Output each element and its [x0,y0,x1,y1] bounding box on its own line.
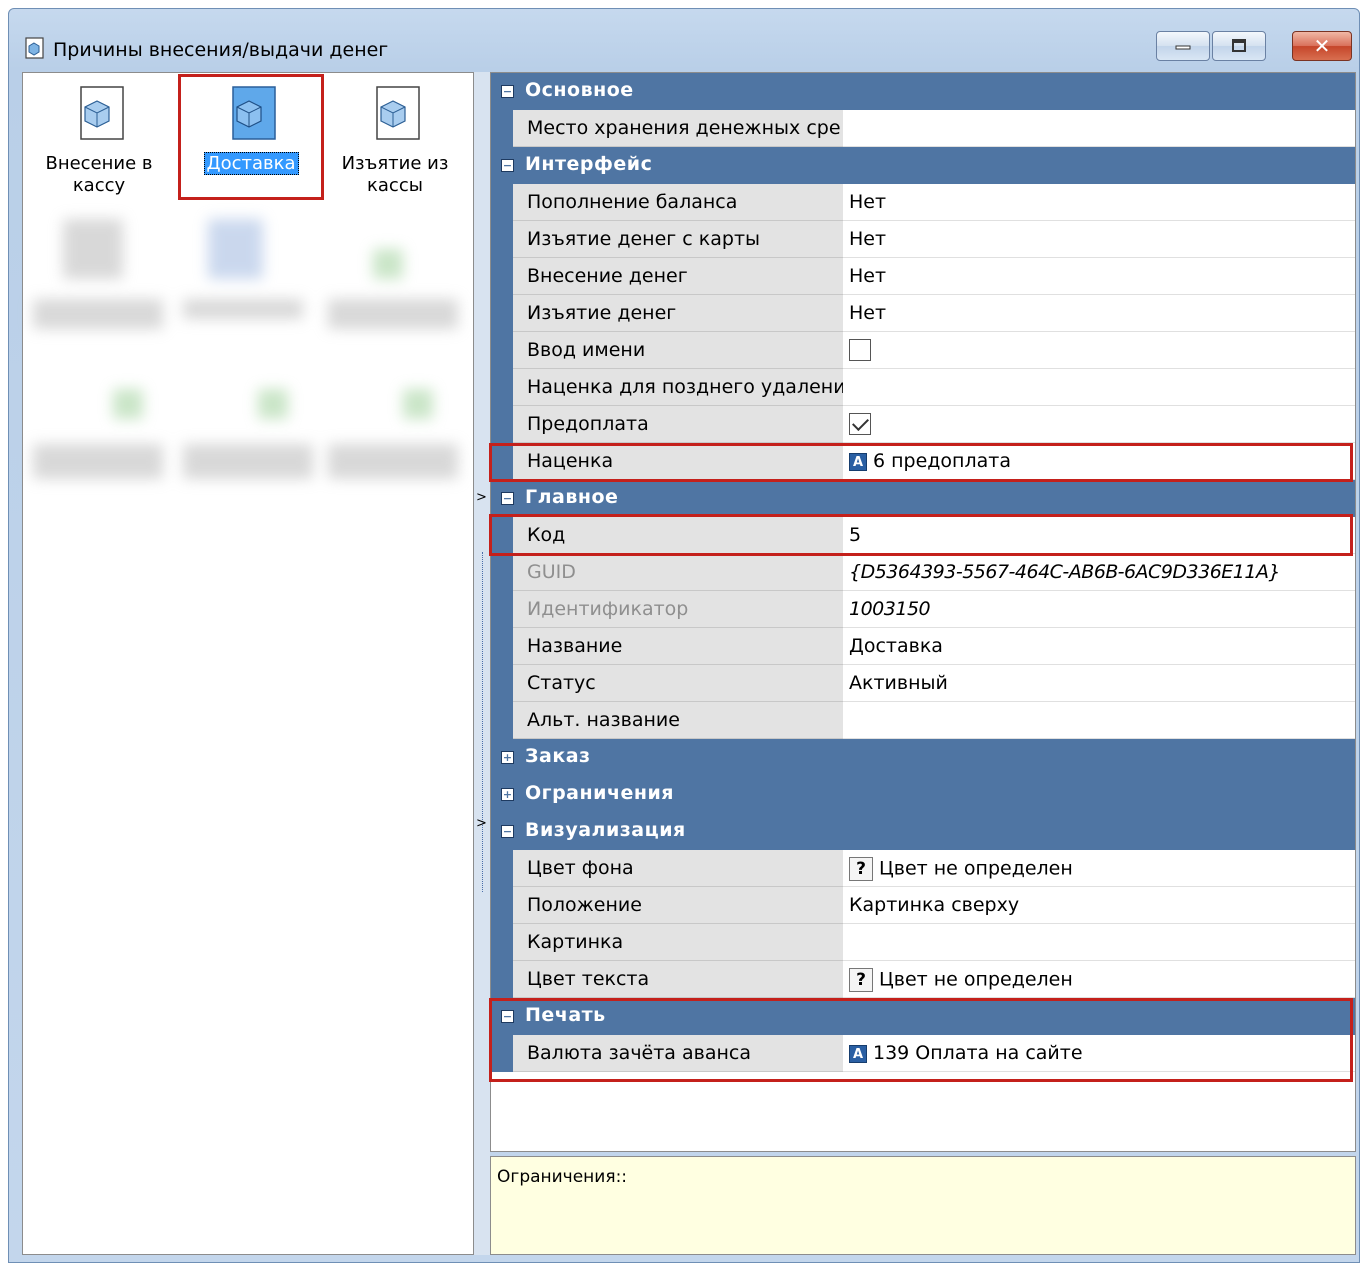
vvod-imeni-checkbox[interactable] [849,339,871,361]
close-button[interactable]: ✕ [1292,31,1352,61]
tile-label: Изъятие из кассы [341,153,449,196]
category-osnovnoe[interactable]: − Основное [491,73,1355,110]
category-ogranicheniya[interactable]: + Ограничения [491,776,1355,813]
maximize-button[interactable] [1212,31,1266,61]
category-zakaz[interactable]: + Заказ [491,739,1355,776]
prop-status[interactable]: Статус Активный [491,665,1355,702]
collapse-icon[interactable]: − [501,825,514,838]
category-glavnoe[interactable]: − Главное [491,480,1355,517]
prop-kartinka[interactable]: Картинка [491,924,1355,961]
tile-label: Доставка [181,152,321,175]
category-interfeis[interactable]: − Интерфейс [491,147,1355,184]
tile-izyatie[interactable]: Изъятие из кассы [325,77,465,197]
pane-splitter[interactable]: > > [474,72,490,1255]
prop-natsenka-pozd[interactable]: Наценка для позднего удалени [491,369,1355,406]
item-list-pane[interactable]: Внесение в кассу Доставка Изъятие из кас… [22,72,474,1255]
prop-tsvet-teksta[interactable]: Цвет текста ? Цвет не определен [491,961,1355,998]
prop-vvod-imeni[interactable]: Ввод имени [491,332,1355,369]
chevron-right-icon: > [476,490,487,505]
blurred-tiles [33,209,463,509]
tile-label: Внесение в кассу [45,153,153,196]
collapse-icon[interactable]: − [501,159,514,172]
cube-icon [376,86,420,140]
prop-mesto-hraneniya[interactable]: Место хранения денежных сре [491,110,1355,147]
prop-alt-nazvanie[interactable]: Альт. название [491,702,1355,739]
tile-vnesenie[interactable]: Внесение в кассу [29,77,169,197]
title-bar[interactable]: Причины внесения/выдачи денег ✕ [9,9,1359,71]
description-pane: Ограничения:: [490,1156,1356,1255]
prop-predoplata[interactable]: Предоплата [491,406,1355,443]
question-icon: ? [849,857,873,881]
highlight-pechat [489,998,1353,1082]
highlight-kod [489,514,1353,556]
prop-nazvanie[interactable]: Название Доставка [491,628,1355,665]
prop-tsvet-fona[interactable]: Цвет фона ? Цвет не определен [491,850,1355,887]
cube-icon [80,86,124,140]
prop-vnesenie[interactable]: Внесение денег Нет [491,258,1355,295]
cube-icon [232,86,276,140]
collapse-icon[interactable]: − [501,85,514,98]
highlight-natsenka [489,443,1353,482]
category-vizualizatsiya[interactable]: − Визуализация [491,813,1355,850]
tile-dostavka[interactable]: Доставка [178,74,324,200]
prop-izyatie[interactable]: Изъятие денег Нет [491,295,1355,332]
property-grid[interactable]: − Основное Место хранения денежных сре −… [489,72,1356,1152]
prop-izyatie-karty[interactable]: Изъятие денег с карты Нет [491,221,1355,258]
splitter-grip [482,552,483,892]
prop-popolnenie[interactable]: Пополнение баланса Нет [491,184,1355,221]
minimize-icon [1175,45,1191,50]
minimize-button[interactable] [1156,31,1210,61]
chevron-right-icon: > [476,816,487,831]
prop-polozhenie[interactable]: Положение Картинка сверху [491,887,1355,924]
collapse-icon[interactable]: − [501,492,514,505]
close-icon: ✕ [1313,34,1331,58]
window-title: Причины внесения/выдачи денег [53,39,389,61]
prop-guid[interactable]: GUID {D5364393-5567-464C-AB6B-6AC9D336E1… [491,554,1355,591]
app-icon [25,37,44,59]
expand-icon[interactable]: + [501,788,514,801]
maximize-icon [1232,39,1246,52]
question-icon: ? [849,968,873,992]
prop-identifikator[interactable]: Идентификатор 1003150 [491,591,1355,628]
expand-icon[interactable]: + [501,751,514,764]
predoplata-checkbox[interactable] [849,413,871,435]
